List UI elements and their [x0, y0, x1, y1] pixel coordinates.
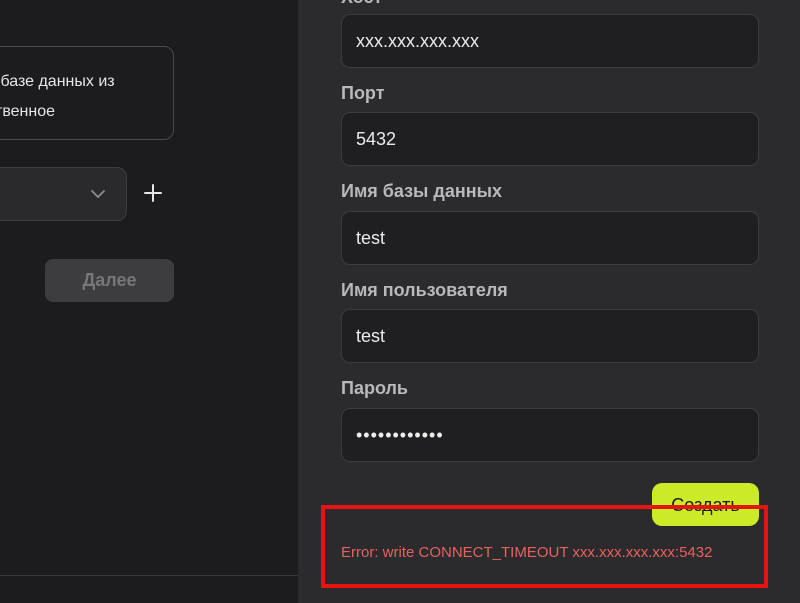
password-field[interactable]: ••••••••••••: [341, 408, 759, 462]
port-label: Порт: [341, 83, 385, 103]
background-page: к базе данных из ственное Далее: [0, 0, 298, 603]
info-card: к базе данных из ственное: [0, 46, 174, 140]
database-name-label: Имя базы данных: [341, 181, 502, 201]
password-label: Пароль: [341, 378, 408, 398]
username-label: Имя пользователя: [341, 280, 508, 300]
database-select[interactable]: [0, 167, 127, 221]
chevron-down-icon: [91, 190, 105, 198]
app-window: к базе данных из ственное Далее Хост xxx…: [0, 0, 800, 603]
info-card-line-2: ственное: [0, 103, 56, 120]
port-field[interactable]: 5432: [341, 112, 759, 166]
next-button[interactable]: Далее: [45, 259, 174, 302]
host-field[interactable]: xxx.xxx.xxx.xxx: [341, 14, 759, 68]
username-field[interactable]: test: [341, 309, 759, 363]
info-card-line-1: к базе данных из: [0, 73, 115, 90]
divider: [0, 575, 298, 576]
database-name-field[interactable]: test: [341, 211, 759, 265]
plus-icon[interactable]: [142, 182, 164, 204]
host-label: Хост: [341, 0, 382, 8]
error-highlight-box: [321, 505, 768, 588]
